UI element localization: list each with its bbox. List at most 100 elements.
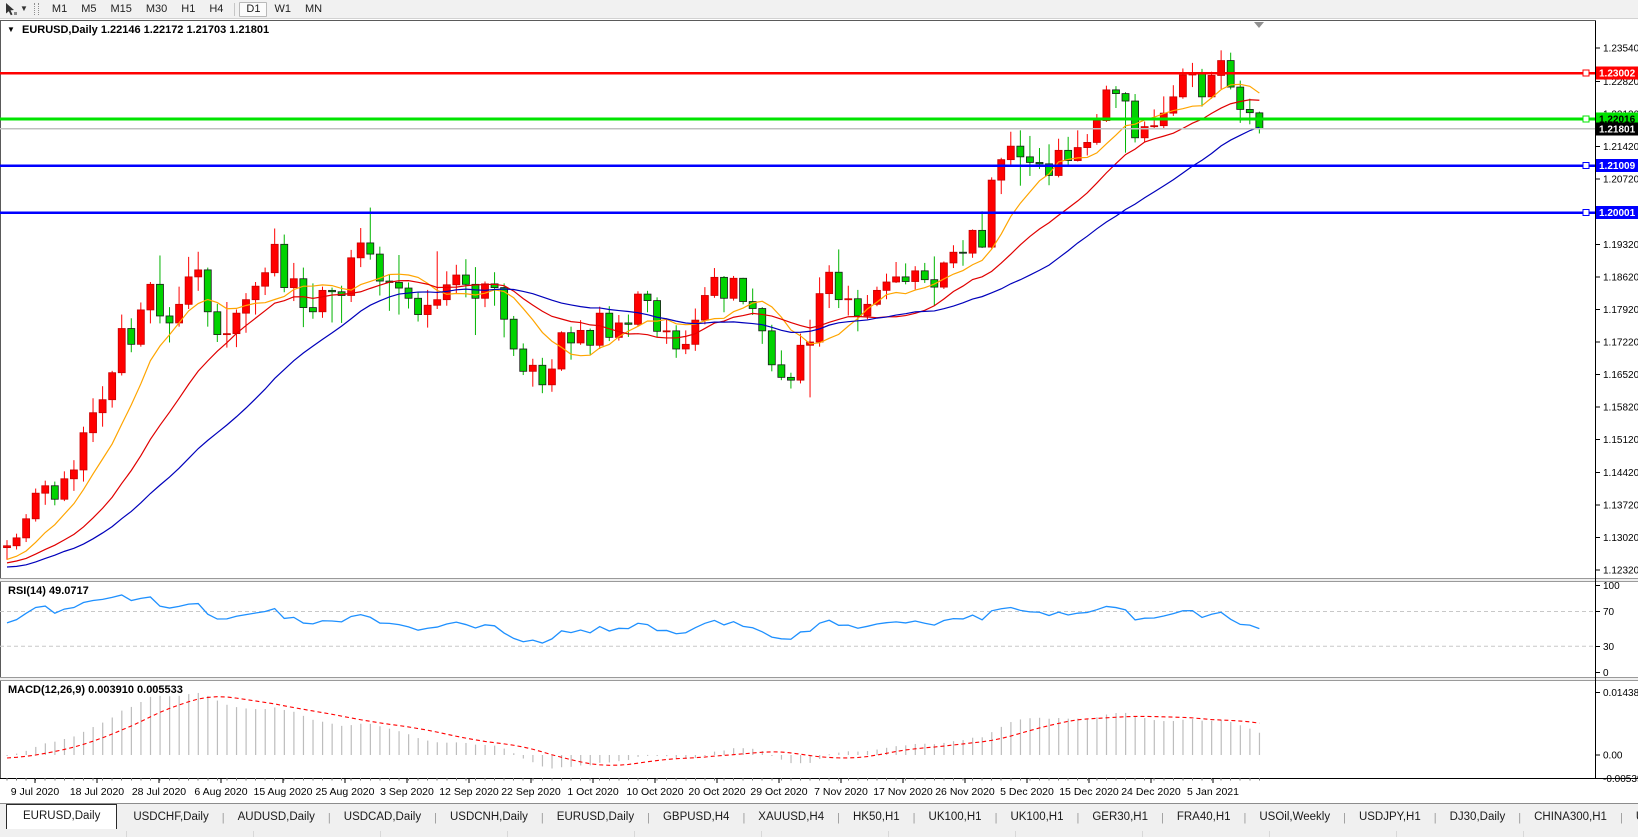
- candle: [395, 282, 402, 288]
- toolbar-dropdown-caret-icon[interactable]: ▼: [20, 2, 28, 16]
- chart-tab-china300-h1[interactable]: CHINA300,H1: [1522, 806, 1619, 829]
- hline-1.23002[interactable]: [0, 70, 1595, 76]
- macd-bar: [695, 755, 696, 758]
- toolbar-grip-handle[interactable]: [34, 3, 39, 15]
- timeframe-button-m30[interactable]: M30: [139, 2, 174, 17]
- collapse-triangle-icon[interactable]: ▼: [7, 25, 15, 34]
- cursor-crosshair-icon[interactable]: [3, 2, 19, 16]
- macd-bar: [829, 754, 830, 755]
- hline-1.21009[interactable]: [0, 163, 1595, 169]
- macd-bar: [628, 755, 629, 760]
- candle: [998, 160, 1005, 180]
- date-tick: 15 Dec 2020: [1059, 786, 1119, 798]
- chart-tab-hk50-h1[interactable]: HK50,H1: [841, 806, 912, 829]
- svg-text:1.23002: 1.23002: [1599, 69, 1636, 80]
- hline-handle[interactable]: [1583, 163, 1589, 169]
- candle: [740, 278, 747, 301]
- date-tick: 25 Aug 2020: [316, 786, 375, 798]
- chart-tab-usdchf-daily[interactable]: USDCHF,Daily: [121, 806, 220, 829]
- chart-tab-eurusd-daily[interactable]: EURUSD,Daily: [6, 804, 117, 829]
- candle: [921, 271, 928, 280]
- macd-bar: [867, 751, 868, 755]
- rsi-scale-tick: 30: [1603, 642, 1615, 653]
- candle: [13, 538, 20, 546]
- candle: [950, 252, 957, 263]
- candle: [826, 272, 833, 293]
- macd-bar: [676, 755, 677, 758]
- chart-tab-usdjpy-h1[interactable]: USDJPY,H1: [1347, 806, 1433, 829]
- macd-bar: [437, 742, 438, 755]
- candle: [109, 373, 116, 400]
- candle: [969, 230, 976, 253]
- chart-tab-uk100-h1[interactable]: UK100,H1: [917, 806, 994, 829]
- hline-handle[interactable]: [1583, 116, 1589, 122]
- svg-text:1.21801: 1.21801: [1599, 124, 1636, 135]
- price-tick: 1.20720: [1603, 175, 1638, 186]
- hline-1.20001[interactable]: [0, 210, 1595, 216]
- chart-tab-uk100-h1[interactable]: UK100,H1: [998, 806, 1075, 829]
- candle: [845, 299, 852, 300]
- timeframe-button-m15[interactable]: M15: [103, 2, 138, 17]
- chart-tab-eurusd-daily[interactable]: EURUSD,Daily: [545, 806, 646, 829]
- date-tick: 26 Nov 2020: [935, 786, 995, 798]
- candle: [147, 284, 154, 310]
- macd-bar: [121, 711, 122, 755]
- price-tick: 1.13720: [1603, 500, 1638, 511]
- chart-tab-usoil-weekly[interactable]: USOil,Weekly: [1247, 806, 1342, 829]
- chart-tab-audusd-daily[interactable]: AUDUSD,Daily: [226, 806, 327, 829]
- status-strip: [0, 830, 1638, 837]
- candle: [70, 470, 77, 479]
- macd-bar: [523, 755, 524, 759]
- chart-tab-usoil-[interactable]: USOil,: [1624, 806, 1638, 829]
- candle: [415, 298, 422, 314]
- timeframe-button-d1[interactable]: D1: [239, 2, 267, 17]
- macd-bar: [1154, 720, 1155, 755]
- candle: [558, 333, 565, 369]
- candle: [501, 288, 508, 320]
- chart-tab-ger30-h1[interactable]: GER30,H1: [1080, 806, 1160, 829]
- candle: [1084, 142, 1091, 147]
- chart-tab-usdcnh-daily[interactable]: USDCNH,Daily: [438, 806, 540, 829]
- candle: [778, 365, 785, 378]
- timeframe-button-mn[interactable]: MN: [298, 2, 329, 17]
- date-tick: 5 Jan 2021: [1187, 786, 1239, 798]
- chart-tab-bar: EURUSD,DailyUSDCHF,Daily|AUDUSD,Daily|US…: [0, 803, 1638, 831]
- candle: [663, 331, 670, 332]
- candle: [1122, 94, 1129, 101]
- candle: [520, 349, 527, 371]
- chart-tab-xauusd-h4[interactable]: XAUUSD,H4: [746, 806, 836, 829]
- shift-marker-icon[interactable]: [1254, 22, 1264, 28]
- hline-handle[interactable]: [1583, 70, 1589, 76]
- price-tick: 1.14420: [1603, 468, 1638, 479]
- chart-tab-fra40-h1[interactable]: FRA40,H1: [1165, 806, 1243, 829]
- timeframe-button-m5[interactable]: M5: [74, 2, 103, 17]
- macd-bar: [1173, 721, 1174, 755]
- timeframe-button-m1[interactable]: M1: [45, 2, 74, 17]
- candle: [482, 284, 489, 298]
- candle: [99, 400, 106, 413]
- hline-1.22016[interactable]: [0, 116, 1595, 122]
- macd-bar: [666, 755, 667, 756]
- slow-ma-line: [7, 127, 1259, 567]
- chart-tab-dj30-daily[interactable]: DJ30,Daily: [1438, 806, 1518, 829]
- candle: [42, 486, 49, 493]
- candle: [166, 316, 173, 323]
- candle: [1017, 146, 1024, 157]
- macd-bar: [475, 745, 476, 755]
- macd-bar: [446, 743, 447, 755]
- svg-text:1.20001: 1.20001: [1599, 208, 1636, 219]
- timeframe-button-h4[interactable]: H4: [202, 2, 230, 17]
- macd-bar: [1077, 719, 1078, 755]
- chart-tab-gbpusd-h4[interactable]: GBPUSD,H4: [651, 806, 741, 829]
- macd-bar: [1020, 719, 1021, 755]
- candle: [940, 263, 947, 287]
- chart-tab-usdcad-daily[interactable]: USDCAD,Daily: [332, 806, 433, 829]
- timeframe-button-w1[interactable]: W1: [267, 2, 298, 17]
- macd-bar: [714, 752, 715, 755]
- chart-canvas[interactable]: RSI(14) 49.0717MACD(12,26,9) 0.003910 0.…: [0, 0, 1638, 803]
- candle: [367, 243, 374, 254]
- macd-bar: [637, 755, 638, 757]
- timeframe-button-h1[interactable]: H1: [174, 2, 202, 17]
- hline-handle[interactable]: [1583, 210, 1589, 216]
- candle: [472, 284, 479, 298]
